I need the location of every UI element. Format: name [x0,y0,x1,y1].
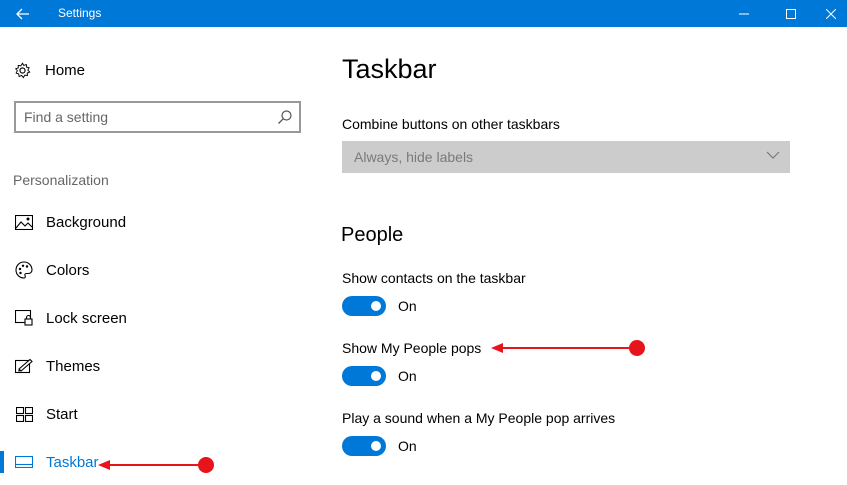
dropdown-selected-value: Always, hide labels [354,149,474,165]
toggle-knob [371,371,381,381]
show-people-pops-toggle[interactable] [342,366,386,386]
show-people-pops-toggle-row: On [342,365,417,387]
sidebar-item-lock-screen[interactable]: Lock screen [0,300,320,336]
maximize-button[interactable] [768,0,814,27]
window-title: Settings [58,6,102,20]
palette-icon [14,260,34,280]
show-contacts-toggle-row: On [342,295,417,317]
themes-icon [14,356,34,376]
picture-icon [14,212,34,232]
sidebar-item-colors[interactable]: Colors [0,252,320,288]
sidebar-item-themes[interactable]: Themes [0,348,320,384]
show-people-pops-label: Show My People pops [342,340,482,356]
sidebar-item-background[interactable]: Background [0,204,320,240]
back-arrow-icon [15,8,29,19]
toggle-state-label: On [398,298,417,314]
play-sound-label: Play a sound when a My People pop arrive… [342,410,616,426]
home-label: Home [45,61,86,79]
search-icon[interactable] [277,109,293,125]
sidebar-item-label: Start [46,405,78,423]
maximize-icon [786,8,796,19]
lock-screen-icon [14,308,34,328]
sidebar-item-label: Themes [46,357,101,375]
taskbar-icon [14,452,34,472]
people-section-heading: People [341,224,404,246]
sidebar-item-label: Colors [46,261,90,279]
active-indicator [0,451,4,473]
play-sound-toggle-row: On [342,435,417,457]
sidebar-item-label: Lock screen [46,309,127,327]
combine-buttons-dropdown[interactable]: Always, hide labels [342,141,790,173]
title-bar: Settings [0,0,847,27]
minimize-icon [739,13,749,14]
annotation-arrow [491,340,645,356]
toggle-state-label: On [398,438,417,454]
chevron-down-icon [766,151,780,159]
close-icon [826,8,836,19]
show-contacts-toggle[interactable] [342,296,386,316]
minimize-button[interactable] [721,0,767,27]
show-contacts-label: Show contacts on the taskbar [342,270,526,286]
toggle-state-label: On [398,368,417,384]
sidebar-item-start[interactable]: Start [0,396,320,432]
close-button[interactable] [815,0,847,27]
home-link[interactable]: Home [14,58,85,82]
search-box[interactable] [14,101,301,133]
page-title: Taskbar [342,54,437,84]
annotation-arrow [98,457,214,473]
combine-buttons-label: Combine buttons on other taskbars [342,116,560,132]
sidebar-item-label: Background [46,213,127,231]
search-input[interactable] [24,108,264,126]
toggle-knob [371,441,381,451]
sidebar-section-title: Personalization [13,172,109,188]
start-tiles-icon [14,404,34,424]
gear-icon [14,61,31,78]
back-button[interactable] [0,0,45,27]
sidebar-item-label: Taskbar [46,453,99,471]
play-sound-toggle[interactable] [342,436,386,456]
toggle-knob [371,301,381,311]
